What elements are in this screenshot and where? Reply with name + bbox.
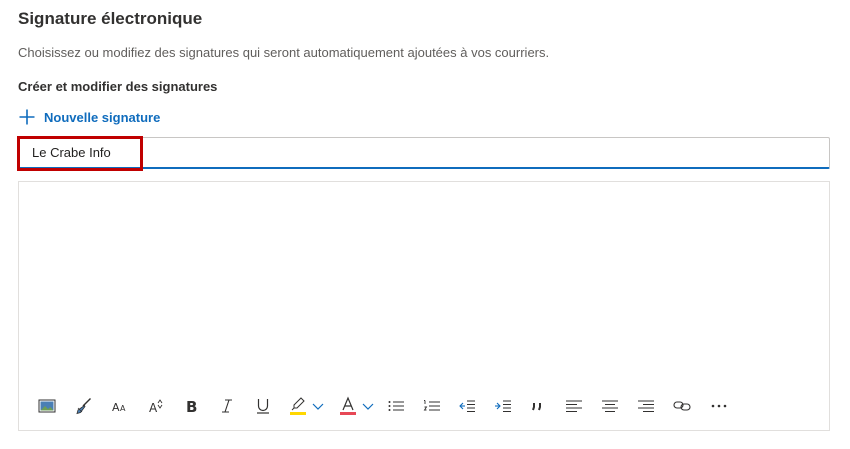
section-label: Créer et modifier des signatures <box>18 79 218 94</box>
svg-text:A: A <box>112 401 120 414</box>
page-description: Choisissez ou modifiez des signatures qu… <box>18 45 550 60</box>
increase-indent-button[interactable] <box>492 394 514 418</box>
italic-button[interactable] <box>217 394 237 418</box>
paintbrush-icon <box>76 398 91 415</box>
bullet-list-icon <box>388 401 404 411</box>
underline-icon <box>257 399 269 414</box>
align-center-icon <box>602 400 618 412</box>
bold-button[interactable]: B <box>181 394 201 418</box>
page-title: Signature électronique <box>18 9 203 28</box>
numbered-list-icon <box>423 400 440 411</box>
bulleted-list-button[interactable] <box>385 394 407 418</box>
chevron-down-icon <box>312 403 324 410</box>
more-options-button[interactable] <box>708 394 730 418</box>
format-painter-button[interactable] <box>73 394 95 418</box>
decrease-indent-button[interactable] <box>456 394 478 418</box>
highlighter-icon <box>290 397 306 415</box>
svg-text:A: A <box>120 404 126 413</box>
signature-name-field[interactable] <box>18 137 830 169</box>
font-color-icon <box>340 396 356 415</box>
highlight-button[interactable] <box>287 394 309 418</box>
formatting-toolbar: A A A B <box>28 394 748 418</box>
new-signature-button[interactable]: Nouvelle signature <box>18 106 160 128</box>
link-icon <box>673 401 691 411</box>
align-right-button[interactable] <box>635 394 657 418</box>
quote-icon <box>532 403 541 411</box>
italic-icon <box>222 399 232 413</box>
highlight-dropdown-button[interactable] <box>311 394 325 418</box>
text-effects-icon: A <box>149 399 163 415</box>
image-icon <box>38 399 56 413</box>
chevron-down-icon <box>362 403 374 410</box>
insert-link-button[interactable] <box>671 394 693 418</box>
align-left-icon <box>566 400 582 412</box>
outdent-icon <box>459 400 475 412</box>
signature-name-input[interactable] <box>19 138 829 167</box>
indent-icon <box>495 400 511 412</box>
svg-text:A: A <box>149 401 158 415</box>
more-icon <box>711 404 727 408</box>
underline-button[interactable] <box>253 394 273 418</box>
plus-icon <box>19 109 35 125</box>
text-effects-button[interactable]: A <box>145 394 167 418</box>
quote-button[interactable] <box>528 394 548 418</box>
font-size-icon: A A <box>112 401 126 414</box>
insert-image-button[interactable] <box>36 394 58 418</box>
align-center-button[interactable] <box>599 394 621 418</box>
svg-text:B: B <box>186 398 197 415</box>
align-left-button[interactable] <box>563 394 585 418</box>
bold-icon: B <box>186 398 197 415</box>
new-signature-label: Nouvelle signature <box>44 109 161 125</box>
align-right-icon <box>638 400 654 412</box>
font-size-button[interactable]: A A <box>109 394 131 418</box>
font-color-dropdown-button[interactable] <box>361 394 375 418</box>
font-color-button[interactable] <box>337 394 359 418</box>
numbered-list-button[interactable] <box>421 394 443 418</box>
